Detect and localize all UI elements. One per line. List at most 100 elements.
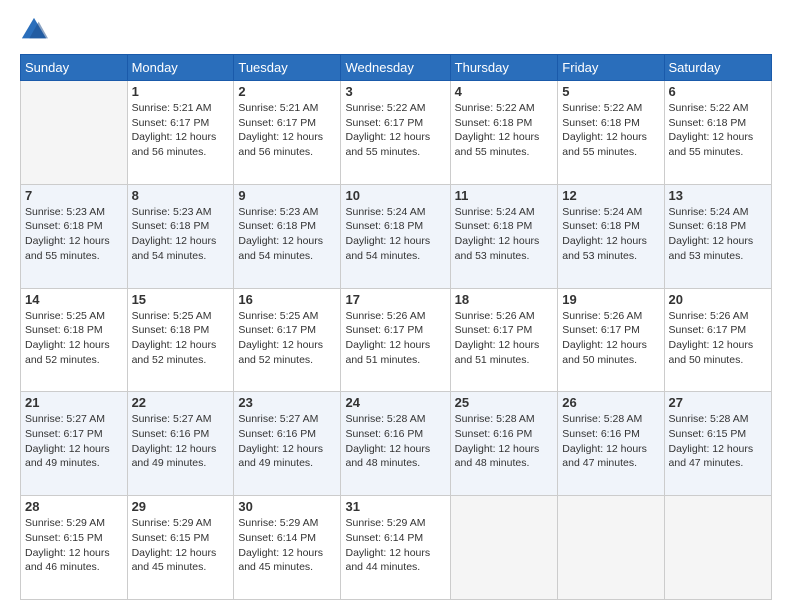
calendar-cell: 11Sunrise: 5:24 AM Sunset: 6:18 PM Dayli… <box>450 184 558 288</box>
day-number: 18 <box>455 292 554 307</box>
calendar-cell: 10 Sunrise: 5:24 AM Sunset: 6:18 PM Dayli… <box>341 184 450 288</box>
calendar-cell: 25 Sunrise: 5:28 AM Sunset: 6:16 PM Dayli… <box>450 392 558 496</box>
day-info: Sunrise: 5:21 AM Sunset: 6:17 PM Dayligh… <box>238 101 336 160</box>
day-number: 1 <box>132 84 230 99</box>
calendar-cell: 8 Sunrise: 5:23 AM Sunset: 6:18 PM Daylig… <box>127 184 234 288</box>
calendar-cell: 4 Sunrise: 5:22 AM Sunset: 6:18 PM Daylig… <box>450 81 558 185</box>
day-number: 9 <box>238 188 336 203</box>
calendar-cell: 23 Sunrise: 5:27 AM Sunset: 6:16 PM Dayli… <box>234 392 341 496</box>
calendar-cell: 3 Sunrise: 5:22 AM Sunset: 6:17 PM Daylig… <box>341 81 450 185</box>
day-number: 10 <box>345 188 445 203</box>
day-number: 7 <box>25 188 123 203</box>
day-number: 14 <box>25 292 123 307</box>
day-number: 2 <box>238 84 336 99</box>
day-number: 19 <box>562 292 659 307</box>
calendar-header-sunday: Sunday <box>21 55 128 81</box>
day-info: Sunrise: 5:22 AM Sunset: 6:17 PM Dayligh… <box>345 101 445 160</box>
day-number: 24 <box>345 395 445 410</box>
day-number: 26 <box>562 395 659 410</box>
day-number: 27 <box>669 395 767 410</box>
calendar-cell: 18 Sunrise: 5:26 AM Sunset: 6:17 PM Dayli… <box>450 288 558 392</box>
day-info: Sunrise: 5:26 AM Sunset: 6:17 PM Dayligh… <box>345 309 445 368</box>
day-info: Sunrise: 5:23 AM Sunset: 6:18 PM Dayligh… <box>132 205 230 264</box>
calendar-header-tuesday: Tuesday <box>234 55 341 81</box>
day-number: 16 <box>238 292 336 307</box>
day-info: Sunrise: 5:25 AM Sunset: 6:18 PM Dayligh… <box>25 309 123 368</box>
day-number: 20 <box>669 292 767 307</box>
day-info: Sunrise: 5:28 AM Sunset: 6:16 PM Dayligh… <box>455 412 554 471</box>
day-number: 15 <box>132 292 230 307</box>
day-number: 31 <box>345 499 445 514</box>
calendar-cell: 2 Sunrise: 5:21 AM Sunset: 6:17 PM Daylig… <box>234 81 341 185</box>
header <box>20 16 772 44</box>
calendar-cell <box>558 496 664 600</box>
day-number: 22 <box>132 395 230 410</box>
calendar-cell: 17 Sunrise: 5:26 AM Sunset: 6:17 PM Dayli… <box>341 288 450 392</box>
day-info: Sunrise: 5:23 AM Sunset: 6:18 PM Dayligh… <box>25 205 123 264</box>
day-number: 17 <box>345 292 445 307</box>
calendar-cell: 20 Sunrise: 5:26 AM Sunset: 6:17 PM Dayli… <box>664 288 771 392</box>
day-info: Sunrise: 5:21 AM Sunset: 6:17 PM Dayligh… <box>132 101 230 160</box>
day-info: Sunrise: 5:29 AM Sunset: 6:15 PM Dayligh… <box>132 516 230 575</box>
logo <box>20 16 52 44</box>
day-number: 3 <box>345 84 445 99</box>
calendar-cell: 5 Sunrise: 5:22 AM Sunset: 6:18 PM Daylig… <box>558 81 664 185</box>
day-info: Sunrise: 5:27 AM Sunset: 6:16 PM Dayligh… <box>238 412 336 471</box>
day-info: Sunrise: 5:27 AM Sunset: 6:16 PM Dayligh… <box>132 412 230 471</box>
day-info: Sunrise: 5:22 AM Sunset: 6:18 PM Dayligh… <box>455 101 554 160</box>
calendar-cell: 1 Sunrise: 5:21 AM Sunset: 6:17 PM Daylig… <box>127 81 234 185</box>
day-number: 6 <box>669 84 767 99</box>
day-number: 25 <box>455 395 554 410</box>
calendar-cell: 26 Sunrise: 5:28 AM Sunset: 6:16 PM Dayli… <box>558 392 664 496</box>
day-number: 13 <box>669 188 767 203</box>
day-info: Sunrise: 5:24 AM Sunset: 6:18 PM Dayligh… <box>455 205 554 264</box>
calendar-cell <box>664 496 771 600</box>
calendar-header-friday: Friday <box>558 55 664 81</box>
day-number: 4 <box>455 84 554 99</box>
calendar-cell: 30 Sunrise: 5:29 AM Sunset: 6:14 PM Dayli… <box>234 496 341 600</box>
day-number: 23 <box>238 395 336 410</box>
day-info: Sunrise: 5:28 AM Sunset: 6:15 PM Dayligh… <box>669 412 767 471</box>
day-info: Sunrise: 5:27 AM Sunset: 6:17 PM Dayligh… <box>25 412 123 471</box>
day-number: 5 <box>562 84 659 99</box>
day-info: Sunrise: 5:29 AM Sunset: 6:15 PM Dayligh… <box>25 516 123 575</box>
calendar-cell: 7 Sunrise: 5:23 AM Sunset: 6:18 PM Daylig… <box>21 184 128 288</box>
day-info: Sunrise: 5:26 AM Sunset: 6:17 PM Dayligh… <box>669 309 767 368</box>
day-info: Sunrise: 5:29 AM Sunset: 6:14 PM Dayligh… <box>238 516 336 575</box>
day-number: 30 <box>238 499 336 514</box>
calendar-cell: 12Sunrise: 5:24 AM Sunset: 6:18 PM Dayli… <box>558 184 664 288</box>
day-number: 28 <box>25 499 123 514</box>
day-info: Sunrise: 5:22 AM Sunset: 6:18 PM Dayligh… <box>562 101 659 160</box>
calendar-cell: 27 Sunrise: 5:28 AM Sunset: 6:15 PM Dayli… <box>664 392 771 496</box>
calendar-cell: 31 Sunrise: 5:29 AM Sunset: 6:14 PM Dayli… <box>341 496 450 600</box>
day-info: Sunrise: 5:25 AM Sunset: 6:18 PM Dayligh… <box>132 309 230 368</box>
logo-icon <box>20 16 48 44</box>
calendar-header-monday: Monday <box>127 55 234 81</box>
calendar-header-row: SundayMondayTuesdayWednesdayThursdayFrid… <box>21 55 772 81</box>
calendar-cell: 21 Sunrise: 5:27 AM Sunset: 6:17 PM Dayli… <box>21 392 128 496</box>
calendar-header-saturday: Saturday <box>664 55 771 81</box>
day-info: Sunrise: 5:22 AM Sunset: 6:18 PM Dayligh… <box>669 101 767 160</box>
calendar-week-2: 7 Sunrise: 5:23 AM Sunset: 6:18 PM Daylig… <box>21 184 772 288</box>
calendar-header-thursday: Thursday <box>450 55 558 81</box>
day-info: Sunrise: 5:24 AM Sunset: 6:18 PM Dayligh… <box>345 205 445 264</box>
day-number: 8 <box>132 188 230 203</box>
day-info: Sunrise: 5:29 AM Sunset: 6:14 PM Dayligh… <box>345 516 445 575</box>
calendar-week-4: 21 Sunrise: 5:27 AM Sunset: 6:17 PM Dayli… <box>21 392 772 496</box>
day-info: Sunrise: 5:26 AM Sunset: 6:17 PM Dayligh… <box>562 309 659 368</box>
calendar-header-wednesday: Wednesday <box>341 55 450 81</box>
calendar-cell: 28 Sunrise: 5:29 AM Sunset: 6:15 PM Dayli… <box>21 496 128 600</box>
calendar-table: SundayMondayTuesdayWednesdayThursdayFrid… <box>20 54 772 600</box>
calendar-cell <box>21 81 128 185</box>
day-number: 21 <box>25 395 123 410</box>
calendar-cell: 15 Sunrise: 5:25 AM Sunset: 6:18 PM Dayli… <box>127 288 234 392</box>
day-number: 29 <box>132 499 230 514</box>
calendar-cell: 19 Sunrise: 5:26 AM Sunset: 6:17 PM Dayli… <box>558 288 664 392</box>
day-number: 12 <box>562 188 659 203</box>
day-info: Sunrise: 5:28 AM Sunset: 6:16 PM Dayligh… <box>562 412 659 471</box>
calendar-cell: 14 Sunrise: 5:25 AM Sunset: 6:18 PM Dayli… <box>21 288 128 392</box>
calendar-week-3: 14 Sunrise: 5:25 AM Sunset: 6:18 PM Dayli… <box>21 288 772 392</box>
calendar-cell: 24Sunrise: 5:28 AM Sunset: 6:16 PM Dayli… <box>341 392 450 496</box>
calendar-cell: 22 Sunrise: 5:27 AM Sunset: 6:16 PM Dayli… <box>127 392 234 496</box>
day-info: Sunrise: 5:26 AM Sunset: 6:17 PM Dayligh… <box>455 309 554 368</box>
